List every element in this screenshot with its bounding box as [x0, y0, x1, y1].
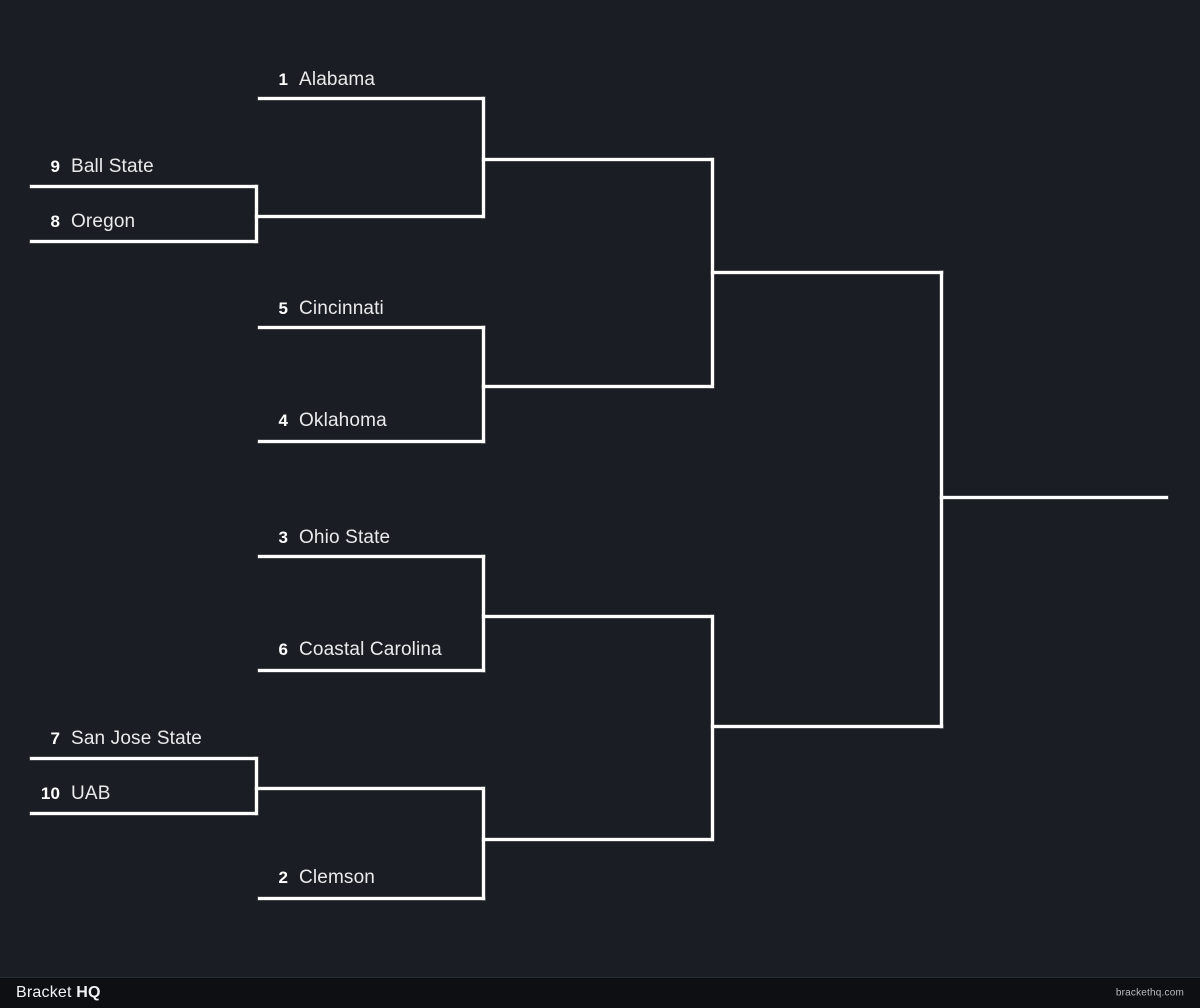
bracket-line-ball-state — [30, 185, 257, 188]
team-seed: 10 — [40, 784, 60, 803]
team-seed: 1 — [278, 70, 288, 89]
bracket-line-clemson — [258, 897, 485, 900]
bracket-page: 1 Alabama 9 Ball State 8 Oregon 5 Cincin… — [0, 0, 1200, 1008]
team-name: Alabama — [299, 69, 376, 90]
team-seed: 3 — [278, 528, 288, 547]
bracket-connector-round3 — [940, 271, 943, 728]
brand-bold: HQ — [76, 984, 101, 1001]
team-seed: 6 — [278, 640, 288, 659]
team-name: Ball State — [71, 156, 154, 177]
bracket-line-ohio-state — [258, 555, 485, 558]
team-name: San Jose State — [71, 728, 202, 749]
team-slot-ohio-state[interactable]: 3 Ohio State — [262, 528, 390, 547]
bracket-line-round2-bottom-lower — [482, 838, 713, 841]
team-name: UAB — [71, 783, 111, 804]
bracket-line-san-jose-state — [30, 757, 257, 760]
team-seed: 8 — [50, 212, 60, 231]
team-name: Cincinnati — [299, 298, 384, 319]
bracket-line-playin-winner-bottom — [255, 787, 484, 790]
team-slot-uab[interactable]: 10 UAB — [34, 784, 111, 803]
bracket-connector-round1-game6 — [482, 787, 485, 900]
team-name: Clemson — [299, 867, 376, 888]
team-seed: 7 — [50, 729, 60, 748]
team-slot-clemson[interactable]: 2 Clemson — [262, 868, 375, 887]
bracket-connector-ohio-state-coastal — [482, 555, 485, 672]
bracket-line-cincinnati — [258, 326, 485, 329]
team-name: Oregon — [71, 211, 136, 232]
team-name: Ohio State — [299, 527, 391, 548]
bracket-line-round3-upper — [711, 271, 943, 274]
brand-logo[interactable]: Bracket HQ — [16, 984, 101, 1002]
brand-prefix: Bracket — [16, 984, 77, 1001]
team-seed: 9 — [50, 157, 60, 176]
team-slot-cincinnati[interactable]: 5 Cincinnati — [262, 299, 384, 318]
bracket-connector-san-jose-uab — [255, 757, 258, 815]
team-name: Oklahoma — [299, 410, 387, 431]
team-slot-ball-state[interactable]: 9 Ball State — [34, 157, 154, 176]
team-slot-san-jose-state[interactable]: 7 San Jose State — [34, 729, 202, 748]
bracket-line-round2-top-upper — [482, 158, 713, 161]
team-name: Coastal Carolina — [299, 639, 442, 660]
bracket-line-oregon — [30, 240, 257, 243]
team-slot-alabama[interactable]: 1 Alabama — [262, 70, 375, 89]
team-slot-oregon[interactable]: 8 Oregon — [34, 212, 135, 231]
team-slot-coastal-carolina[interactable]: 6 Coastal Carolina — [262, 640, 442, 659]
team-seed: 4 — [278, 411, 288, 430]
site-url[interactable]: brackethq.com — [1116, 988, 1184, 999]
footer: Bracket HQ brackethq.com — [0, 977, 1200, 1008]
team-seed: 5 — [278, 299, 288, 318]
bracket-line-championship — [940, 496, 1168, 499]
team-seed: 2 — [278, 868, 288, 887]
bracket-line-playin-winner-top — [255, 215, 484, 218]
bracket-line-alabama — [258, 97, 484, 100]
bracket-connector-ball-state-oregon — [255, 185, 258, 243]
bracket-connector-round2-bottom — [711, 615, 714, 841]
bracket-line-round2-top-lower — [482, 385, 713, 388]
team-slot-oklahoma[interactable]: 4 Oklahoma — [262, 411, 387, 430]
bracket-line-round2-bottom-upper — [482, 615, 713, 618]
bracket-line-uab — [30, 812, 257, 815]
bracket-line-round3-lower — [711, 725, 943, 728]
bracket-line-coastal-carolina — [258, 669, 485, 672]
bracket-line-oklahoma — [258, 440, 485, 443]
